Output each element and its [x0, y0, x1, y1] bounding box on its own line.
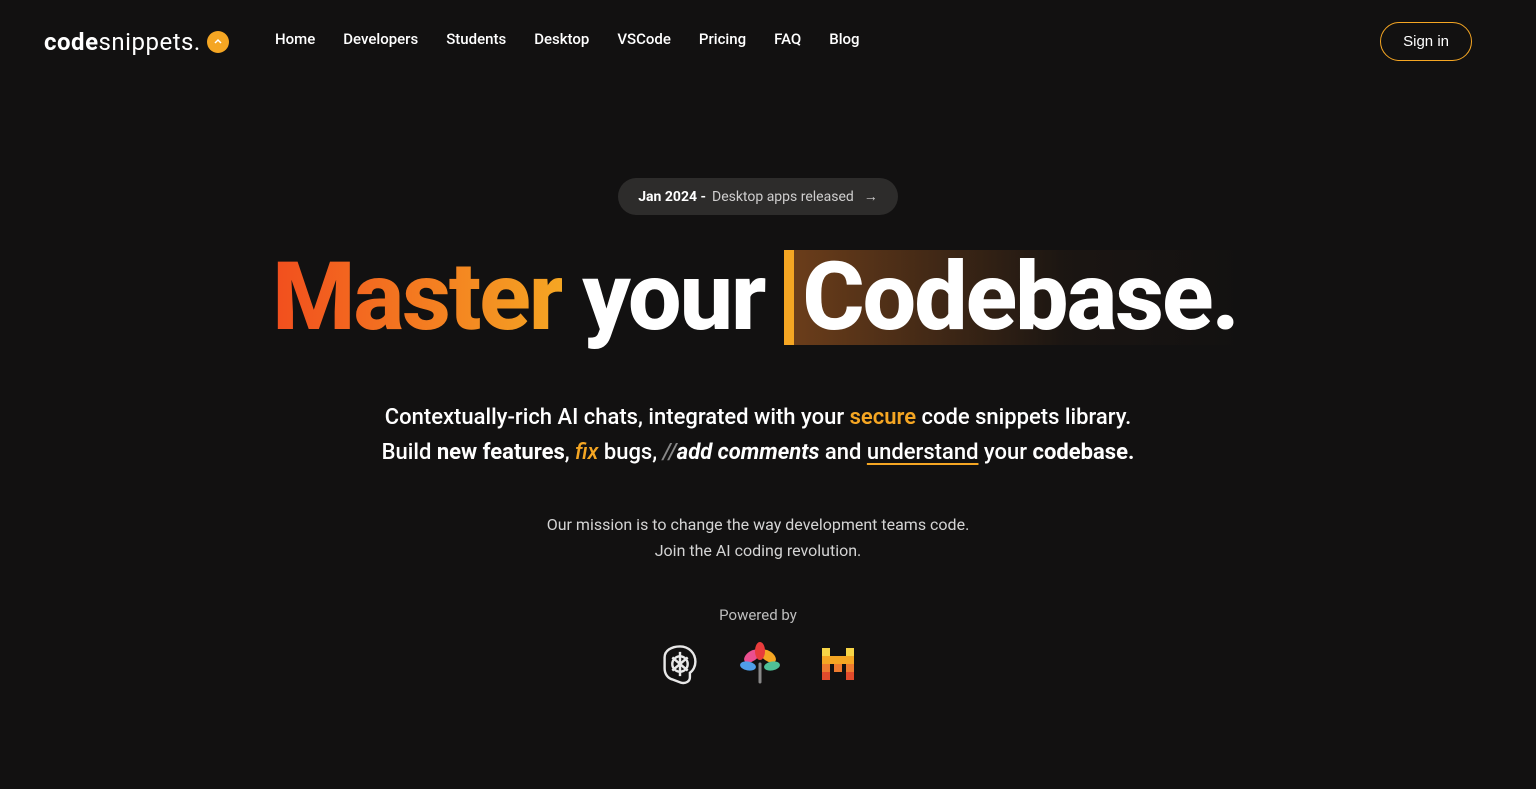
subhead-text: your: [978, 440, 1032, 465]
nav-faq[interactable]: FAQ: [774, 30, 801, 48]
nav-pricing[interactable]: Pricing: [699, 30, 746, 48]
logo[interactable]: codesnippets.: [44, 28, 229, 56]
nav-students[interactable]: Students: [446, 30, 506, 48]
nav-home[interactable]: Home: [275, 30, 315, 48]
subhead-text: Build: [382, 440, 437, 465]
headline-codebase: Codebase.: [802, 242, 1237, 353]
mission-text: Our mission is to change the way develop…: [0, 512, 1516, 563]
nav-desktop[interactable]: Desktop: [534, 30, 589, 48]
hero-headline: Master your Codebase.: [0, 250, 1516, 345]
subhead-text: bugs,: [598, 440, 662, 465]
mission-line2: Join the AI coding revolution.: [655, 541, 862, 560]
subhead-fix: fix: [575, 440, 598, 465]
subhead-text: and: [819, 440, 866, 465]
subhead-understand: understand: [867, 440, 979, 465]
announcement-text: Desktop apps released: [712, 189, 854, 205]
nav-developers[interactable]: Developers: [343, 30, 418, 48]
subhead-comments: add comments: [677, 440, 820, 465]
arrow-up-circle-icon: [207, 31, 229, 53]
subhead-text: Contextually-rich AI chats, integrated w…: [385, 405, 850, 430]
nav-vscode[interactable]: VSCode: [617, 30, 671, 48]
announcement-pill[interactable]: Jan 2024 - Desktop apps released →: [618, 178, 898, 215]
headline-your: your: [582, 250, 764, 345]
subhead-secure: secure: [850, 405, 916, 430]
nav-blog[interactable]: Blog: [829, 30, 859, 48]
main-nav: Home Developers Students Desktop VSCode …: [275, 30, 860, 48]
headline-codebase-wrap: Codebase.: [784, 250, 1243, 345]
subhead-text: ,: [565, 440, 575, 465]
site-header: codesnippets. Home Developers Students D…: [0, 0, 1516, 83]
mistral-icon: [818, 644, 858, 688]
mission-line1: Our mission is to change the way develop…: [547, 515, 970, 534]
powered-by-icons: [0, 642, 1516, 690]
palm-icon: [738, 642, 782, 690]
logo-text: codesnippets.: [44, 28, 201, 56]
hero-subhead: Contextually-rich AI chats, integrated w…: [0, 400, 1516, 470]
arrow-right-icon: →: [864, 188, 878, 205]
sign-in-button[interactable]: Sign in: [1380, 22, 1472, 61]
announcement-date: Jan 2024 -: [638, 189, 706, 205]
hero-section: Jan 2024 - Desktop apps released → Maste…: [0, 83, 1516, 690]
subhead-newfeatures: new features: [437, 440, 565, 465]
headline-master: Master: [272, 250, 562, 345]
subhead-codebase: codebase.: [1033, 440, 1135, 465]
subhead-text: code snippets library.: [916, 405, 1131, 430]
subhead-comments-prefix: //: [663, 440, 677, 465]
openai-icon: [658, 642, 702, 690]
powered-by-label: Powered by: [0, 606, 1516, 624]
